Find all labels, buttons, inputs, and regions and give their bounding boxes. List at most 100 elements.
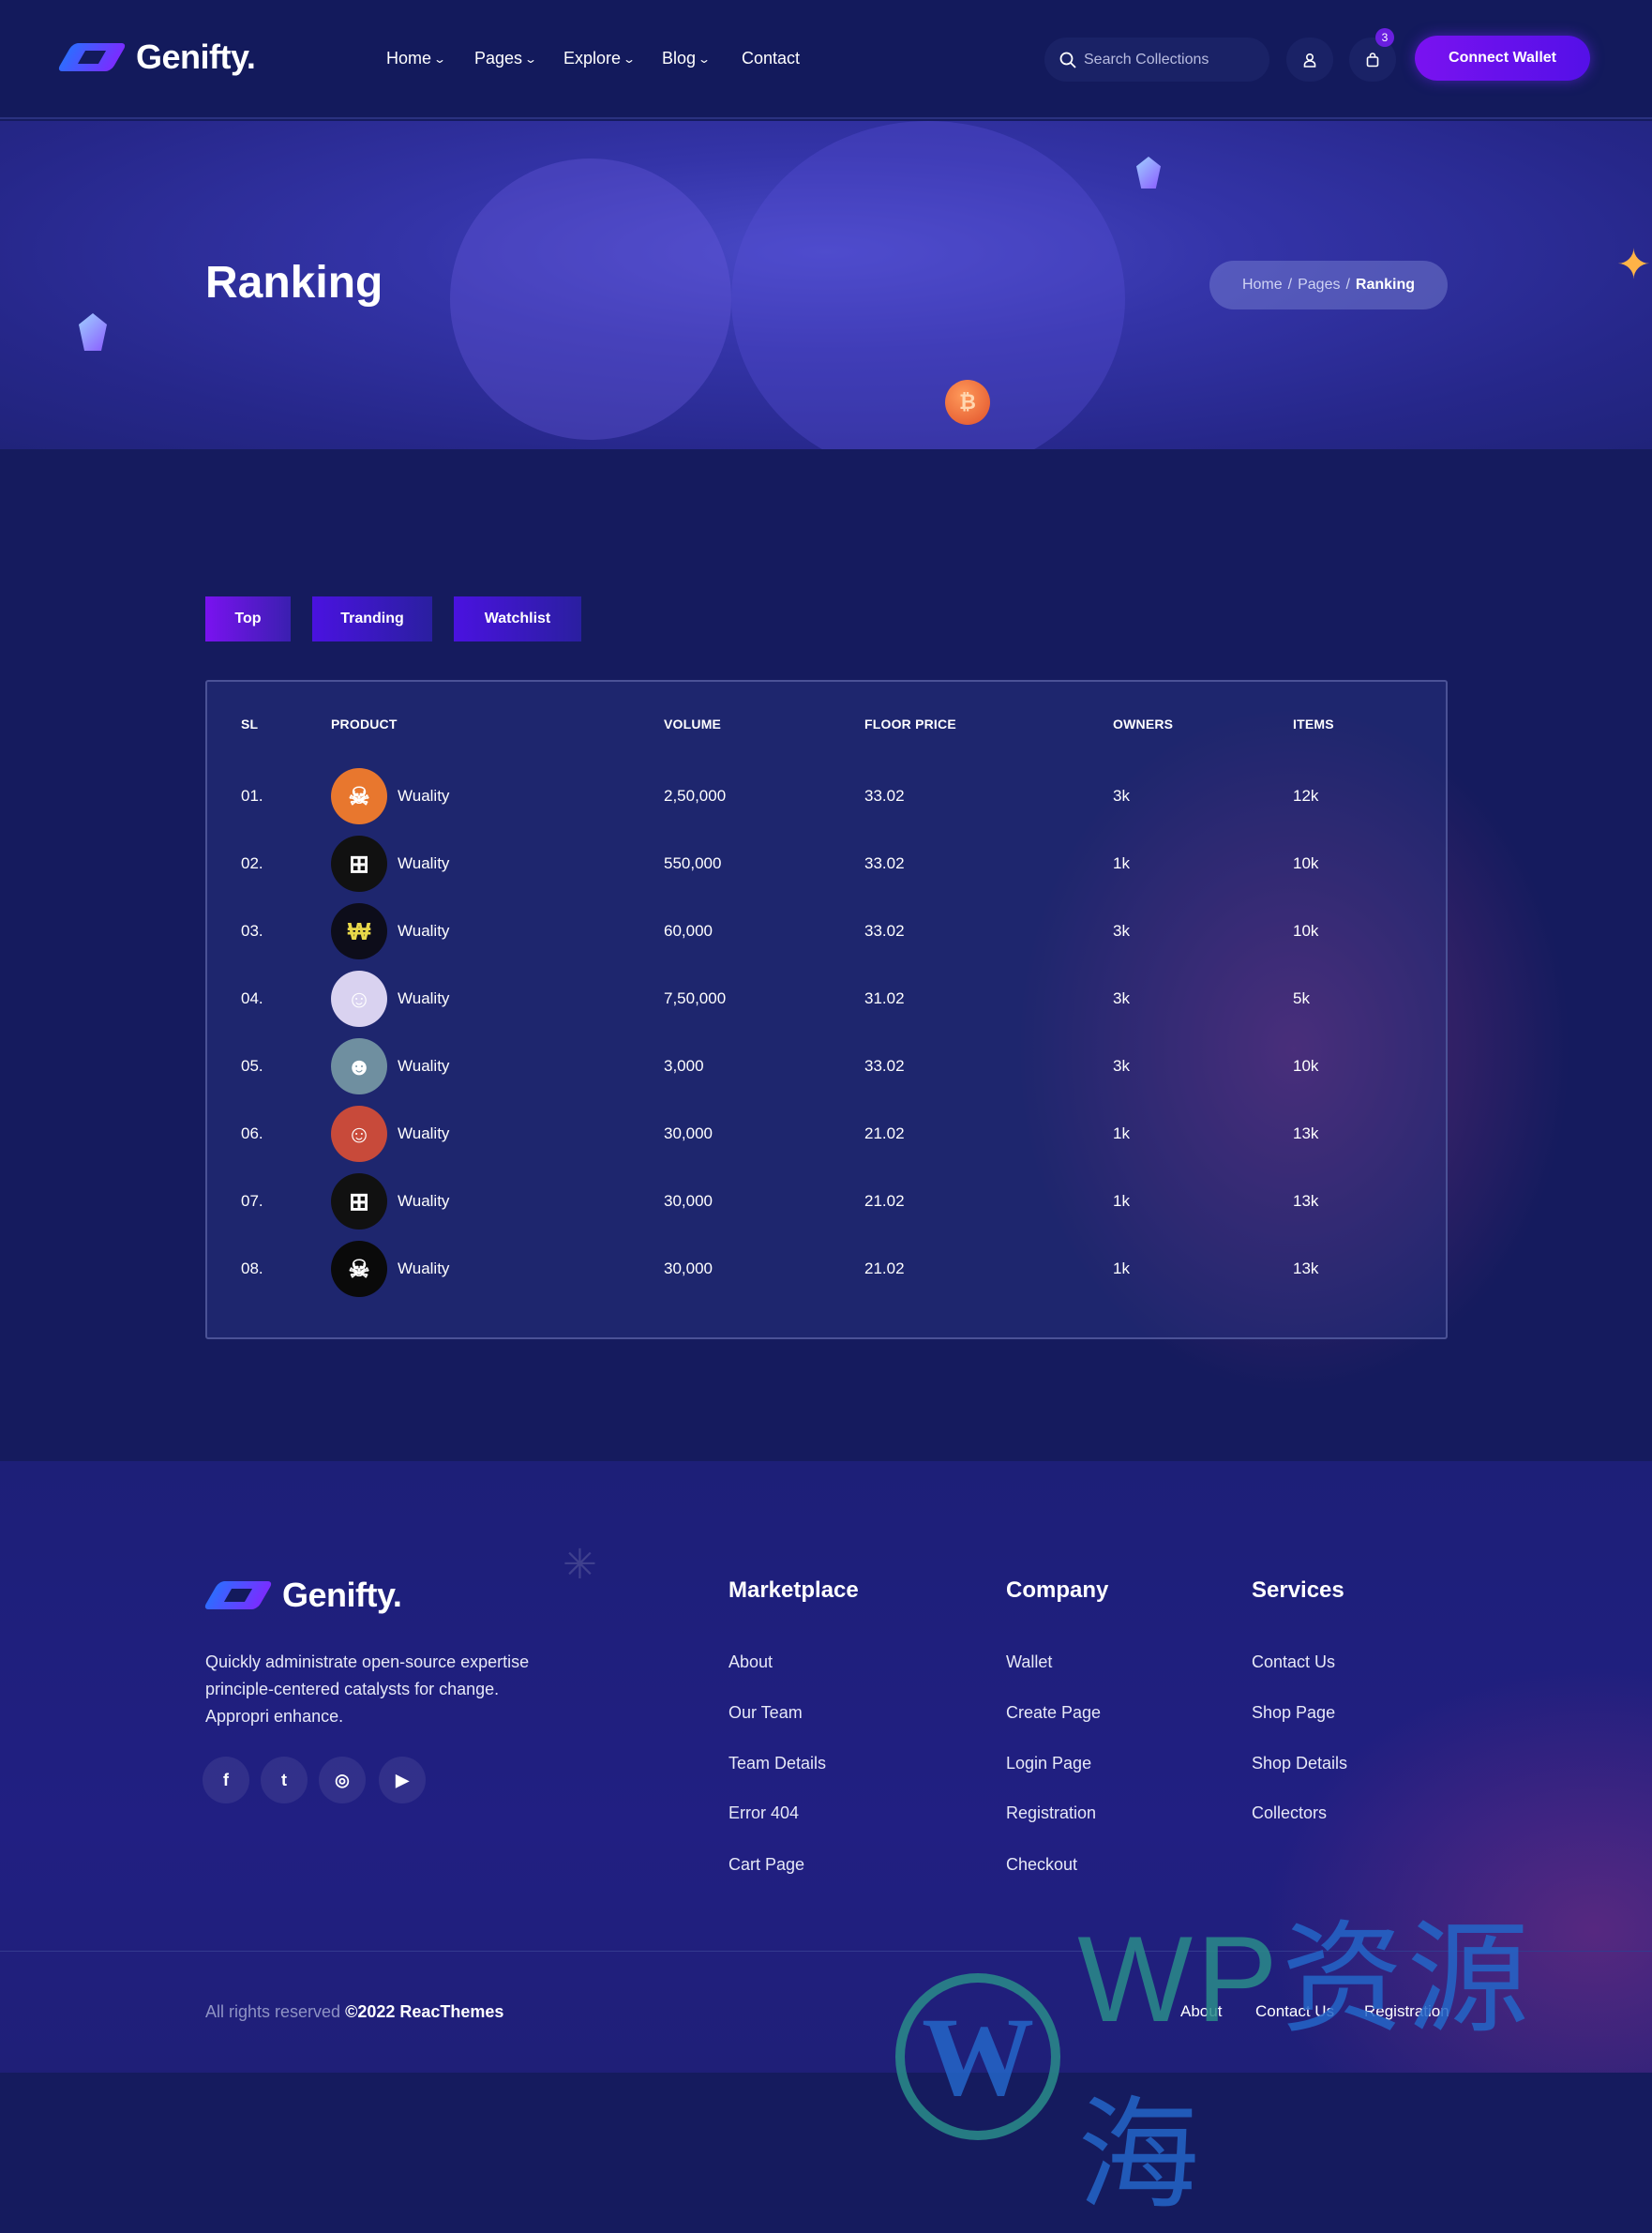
cell-volume: 3,000 <box>664 1057 704 1075</box>
page-title: Ranking <box>205 258 383 308</box>
chevron-down-icon: ⌄ <box>433 52 447 66</box>
cell-sl: 07. <box>241 1192 263 1210</box>
table-row[interactable]: 03. 60,000 33.02 3k 10k ₩ Wuality <box>207 898 1446 965</box>
cell-sl: 08. <box>241 1260 263 1277</box>
instagram-icon[interactable]: ◎ <box>319 1757 366 1803</box>
footer-link[interactable]: Login Page <box>1006 1754 1091 1773</box>
nav-explore[interactable]: Explore ⌄ <box>563 49 636 68</box>
table-row[interactable]: 06. 30,000 21.02 1k 13k ☺ Wuality <box>207 1100 1446 1168</box>
footer-link[interactable]: Shop Page <box>1252 1703 1335 1723</box>
cell-floor: 33.02 <box>864 922 905 940</box>
page-hero: ✦ ₿ Ranking Home / Pages / Ranking <box>0 121 1652 449</box>
column-header-volume: VOLUME <box>664 717 722 732</box>
cell-owners: 3k <box>1113 922 1130 940</box>
product-avatar[interactable]: ☺ <box>331 1106 387 1162</box>
product-name[interactable]: Wuality <box>398 989 449 1008</box>
copyright-owner[interactable]: ©2022 ReacThemes <box>345 2002 503 2021</box>
bottom-link-contact-us[interactable]: Contact Us <box>1255 2002 1334 2021</box>
cell-volume: 2,50,000 <box>664 787 727 805</box>
cart-button[interactable]: 3 <box>1349 28 1396 82</box>
table-row[interactable]: 08. 30,000 21.02 1k 13k ☠ Wuality <box>207 1235 1446 1303</box>
table-row[interactable]: 07. 30,000 21.02 1k 13k ⊞ Wuality <box>207 1168 1446 1235</box>
footer-link[interactable]: Collectors <box>1252 1803 1327 1823</box>
column-header-floor-price: FLOOR PRICE <box>864 717 956 732</box>
footer-link[interactable]: Error 404 <box>728 1803 799 1823</box>
hero-decoration <box>450 158 731 440</box>
breadcrumb-separator: / <box>1345 277 1350 293</box>
footer-link[interactable]: Cart Page <box>728 1855 804 1875</box>
footer-link[interactable]: Contact Us <box>1252 1652 1335 1672</box>
breadcrumb-home[interactable]: Home <box>1242 277 1283 294</box>
cell-items: 5k <box>1293 989 1310 1007</box>
cell-sl: 04. <box>241 989 263 1007</box>
table-row[interactable]: 02. 550,000 33.02 1k 10k ⊞ Wuality <box>207 830 1446 898</box>
cell-sl: 03. <box>241 922 263 940</box>
cell-owners: 1k <box>1113 1260 1130 1277</box>
twitter-icon[interactable]: t <box>261 1757 308 1803</box>
product-avatar[interactable]: ☠ <box>331 1241 387 1297</box>
product-avatar[interactable]: ☠ <box>331 768 387 824</box>
nav-contact[interactable]: Contact <box>742 49 800 68</box>
product-avatar[interactable]: ☺ <box>331 971 387 1027</box>
tab-tranding[interactable]: Tranding <box>312 596 432 641</box>
tab-watchlist[interactable]: Watchlist <box>454 596 581 641</box>
product-name[interactable]: Wuality <box>398 922 449 941</box>
product-avatar[interactable]: ☻ <box>331 1038 387 1094</box>
product-name[interactable]: Wuality <box>398 1260 449 1278</box>
nav-label: Contact <box>742 49 801 68</box>
cell-items: 13k <box>1293 1260 1319 1277</box>
tab-top[interactable]: Top <box>205 596 291 641</box>
product-name[interactable]: Wuality <box>398 1057 449 1076</box>
product-name[interactable]: Wuality <box>398 854 449 873</box>
nav-blog[interactable]: Blog ⌄ <box>662 49 711 68</box>
user-button[interactable] <box>1286 38 1333 82</box>
footer-link[interactable]: Team Details <box>728 1754 826 1773</box>
footer-link[interactable]: Wallet <box>1006 1652 1052 1672</box>
cell-items: 13k <box>1293 1124 1319 1142</box>
footer-description: Quickly administrate open-source experti… <box>205 1652 530 1726</box>
footer-link[interactable]: Registration <box>1006 1803 1096 1823</box>
bottom-link-about[interactable]: About <box>1180 2002 1222 2021</box>
youtube-icon[interactable]: ▶ <box>379 1757 426 1803</box>
table-row[interactable]: 04. 7,50,000 31.02 3k 5k ☺ Wuality <box>207 965 1446 1033</box>
search-icon <box>1059 52 1076 68</box>
footer-link[interactable]: Checkout <box>1006 1855 1077 1875</box>
footer-column-title: Company <box>1006 1577 1109 1603</box>
product-avatar[interactable]: ₩ <box>331 903 387 959</box>
product-name[interactable]: Wuality <box>398 1124 449 1143</box>
cell-floor: 33.02 <box>864 787 905 805</box>
site-header: Genifty. Home ⌄ Pages ⌄ Explore ⌄ Blog ⌄ Con… <box>0 0 1652 119</box>
cell-owners: 3k <box>1113 787 1130 805</box>
cell-sl: 05. <box>241 1057 263 1075</box>
site-footer: ✳ Genifty. Quickly administrate open-sou… <box>0 1461 1652 2073</box>
product-name[interactable]: Wuality <box>398 1192 449 1211</box>
connect-wallet-button[interactable]: Connect Wallet <box>1415 36 1590 81</box>
cell-floor: 21.02 <box>864 1192 905 1210</box>
search-input[interactable]: Search Collections <box>1044 38 1269 82</box>
footer-link[interactable]: Our Team <box>728 1703 803 1723</box>
product-name[interactable]: Wuality <box>398 787 449 806</box>
product-avatar[interactable]: ⊞ <box>331 836 387 892</box>
table-row[interactable]: 05. 3,000 33.02 3k 10k ☻ Wuality <box>207 1033 1446 1100</box>
nav-home[interactable]: Home ⌄ <box>386 49 447 68</box>
column-header-sl: SL <box>241 717 259 732</box>
footer-link[interactable]: Shop Details <box>1252 1754 1347 1773</box>
nav-pages[interactable]: Pages ⌄ <box>474 49 537 68</box>
copyright: All rights reserved ©2022 ReacThemes <box>205 2002 503 2022</box>
cell-sl: 01. <box>241 787 263 805</box>
footer-divider <box>0 1951 1652 1952</box>
brand-logo[interactable]: Genifty. <box>59 38 256 77</box>
product-avatar[interactable]: ⊞ <box>331 1173 387 1230</box>
breadcrumb-pages[interactable]: Pages <box>1298 277 1340 294</box>
footer-link[interactable]: About <box>728 1652 773 1672</box>
footer-brand-logo[interactable]: Genifty. <box>205 1576 402 1615</box>
search-placeholder: Search Collections <box>1084 51 1209 68</box>
footer-link[interactable]: Create Page <box>1006 1703 1101 1723</box>
nav-label: Explore <box>563 49 622 68</box>
cell-owners: 1k <box>1113 854 1130 872</box>
bottom-link-registration[interactable]: Registration <box>1364 2002 1449 2021</box>
cell-volume: 30,000 <box>664 1192 713 1210</box>
table-row[interactable]: 01. 2,50,000 33.02 3k 12k ☠ Wuality <box>207 762 1446 830</box>
facebook-icon[interactable]: f <box>203 1757 249 1803</box>
cell-floor: 33.02 <box>864 1057 905 1075</box>
